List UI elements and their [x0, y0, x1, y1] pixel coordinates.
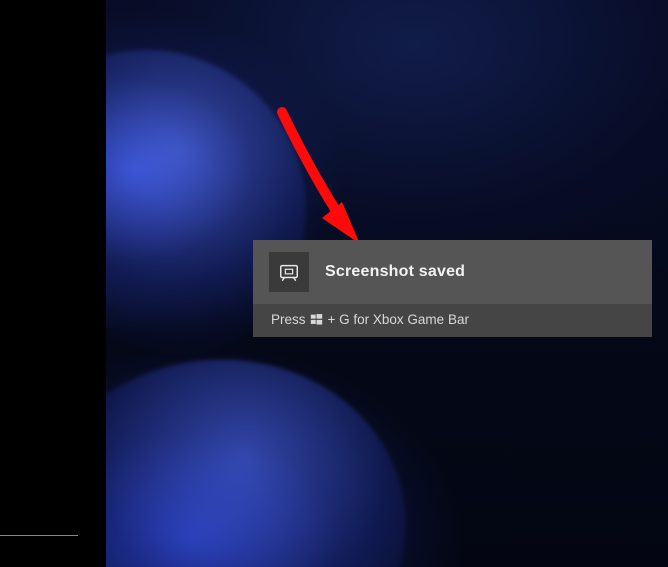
hint-prefix: Press	[271, 312, 306, 327]
notification-header[interactable]: Screenshot saved	[253, 240, 652, 304]
screenshot-saved-notification[interactable]: Screenshot saved Press + G for Xbox Game…	[253, 240, 652, 337]
screenshot-icon	[278, 261, 300, 283]
left-black-region	[0, 0, 106, 567]
screenshot-canvas: Screenshot saved Press + G for Xbox Game…	[0, 0, 668, 567]
hint-suffix: + G for Xbox Game Bar	[328, 312, 469, 327]
notification-hint: Press + G for Xbox Game Bar	[253, 304, 652, 337]
left-divider-line	[0, 535, 78, 536]
notification-icon-box	[269, 252, 309, 292]
notification-title: Screenshot saved	[325, 263, 465, 281]
windows-key-icon	[310, 313, 324, 327]
